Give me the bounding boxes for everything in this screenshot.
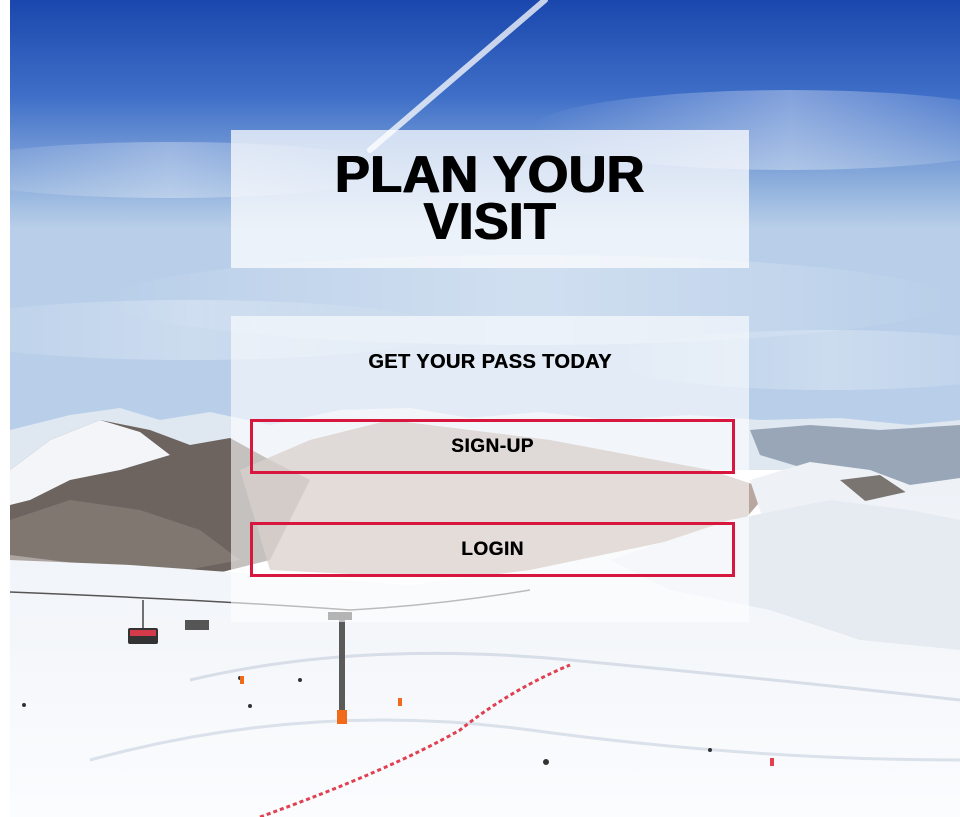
page-title: PLAN YOUR VISIT	[335, 146, 645, 251]
title-panel: PLAN YOUR VISIT	[231, 130, 749, 268]
signup-button[interactable]: SIGN-UP	[250, 419, 735, 474]
signup-button-label: SIGN-UP	[451, 435, 534, 457]
login-button-label: LOGIN	[461, 538, 524, 560]
pass-panel: GET YOUR PASS TODAY SIGN-UP LOGIN	[231, 316, 749, 622]
pass-heading: GET YOUR PASS TODAY	[368, 351, 612, 373]
page: PLAN YOUR VISIT GET YOUR PASS TODAY SIGN…	[10, 0, 960, 817]
login-button[interactable]: LOGIN	[250, 522, 735, 577]
